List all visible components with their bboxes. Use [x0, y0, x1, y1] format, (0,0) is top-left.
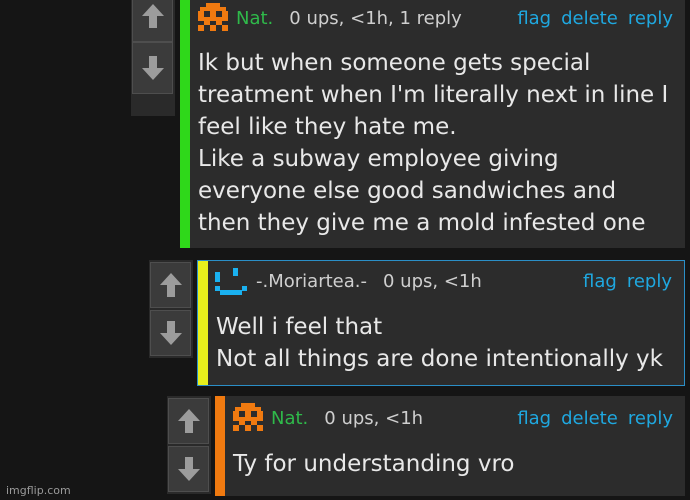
delete-link[interactable]: delete	[561, 408, 618, 429]
reply-link[interactable]: reply	[628, 8, 673, 29]
comment-text: Ty for understanding vro	[233, 448, 673, 480]
pixel-skull-avatar-icon[interactable]	[196, 3, 230, 33]
comment-line: then they give me a mold infested one	[198, 210, 646, 236]
arrow-down-icon	[177, 457, 200, 481]
vote-controls	[149, 260, 193, 358]
username-link[interactable]: -.Moriartea.-	[256, 271, 367, 292]
flag-link[interactable]: flag	[583, 271, 617, 292]
comment-actions: flag reply	[583, 271, 672, 292]
comment-header: -.Moriartea.- 0 ups, <1h flag reply	[214, 267, 672, 295]
comment-text: Well i feel that Not all things are done…	[216, 311, 672, 375]
comment-line: Ty for understanding vro	[233, 451, 515, 477]
comment: -.Moriartea.- 0 ups, <1h flag reply Well…	[197, 260, 685, 386]
downvote-button[interactable]	[150, 310, 191, 356]
comment-line: Ik but when someone gets special	[198, 50, 591, 76]
upvote-button[interactable]	[168, 398, 209, 444]
downvote-button[interactable]	[168, 446, 209, 492]
arrow-up-icon	[159, 273, 182, 297]
comment: Nat. 0 ups, <1h flag delete reply Ty for…	[215, 396, 685, 496]
arrow-down-icon	[159, 321, 182, 345]
comment-line: feel like they hate me.	[198, 114, 457, 140]
downvote-button[interactable]	[132, 42, 173, 94]
comment-text: Ik but when someone gets special treatme…	[198, 47, 673, 239]
comment-actions: flag delete reply	[517, 8, 673, 29]
arrow-up-icon	[177, 409, 200, 433]
pixel-smiley-avatar-icon[interactable]	[214, 266, 250, 296]
upvote-button[interactable]	[132, 0, 173, 42]
comment-actions: flag delete reply	[517, 408, 673, 429]
vote-controls	[131, 0, 175, 116]
delete-link[interactable]: delete	[561, 8, 618, 29]
username-link[interactable]: Nat.	[271, 408, 308, 429]
thread-level-bar	[180, 0, 190, 248]
flag-link[interactable]: flag	[517, 8, 551, 29]
thread-level-bar	[198, 261, 208, 385]
comment-line: everyone else good sandwiches and	[198, 178, 617, 204]
flag-link[interactable]: flag	[517, 408, 551, 429]
reply-link[interactable]: reply	[627, 271, 672, 292]
comment-line: Not all things are done intentionally yk	[216, 346, 663, 372]
comment-meta: 0 ups, <1h	[324, 407, 424, 429]
upvote-button[interactable]	[150, 262, 191, 308]
comment-line: Well i feel that	[216, 314, 383, 340]
comment-meta: 0 ups, <1h	[382, 270, 482, 292]
comment-header: Nat. 0 ups, <1h, 1 reply flag delete rep…	[196, 3, 673, 33]
reply-link[interactable]: reply	[628, 408, 673, 429]
comment-line: treatment when I'm literally next in lin…	[198, 82, 669, 108]
comment-header: Nat. 0 ups, <1h flag delete reply	[231, 403, 673, 433]
comment-line: Like a subway employee giving	[198, 146, 559, 172]
pixel-skull-avatar-icon[interactable]	[231, 403, 265, 433]
username-link[interactable]: Nat.	[236, 8, 273, 29]
vote-controls	[167, 396, 211, 494]
comment-meta: 0 ups, <1h, 1 reply	[289, 7, 462, 29]
arrow-up-icon	[141, 4, 164, 28]
arrow-down-icon	[141, 56, 164, 80]
comment: Nat. 0 ups, <1h, 1 reply flag delete rep…	[180, 0, 685, 248]
watermark: imgflip.com	[6, 484, 71, 497]
thread-level-bar	[215, 396, 225, 496]
